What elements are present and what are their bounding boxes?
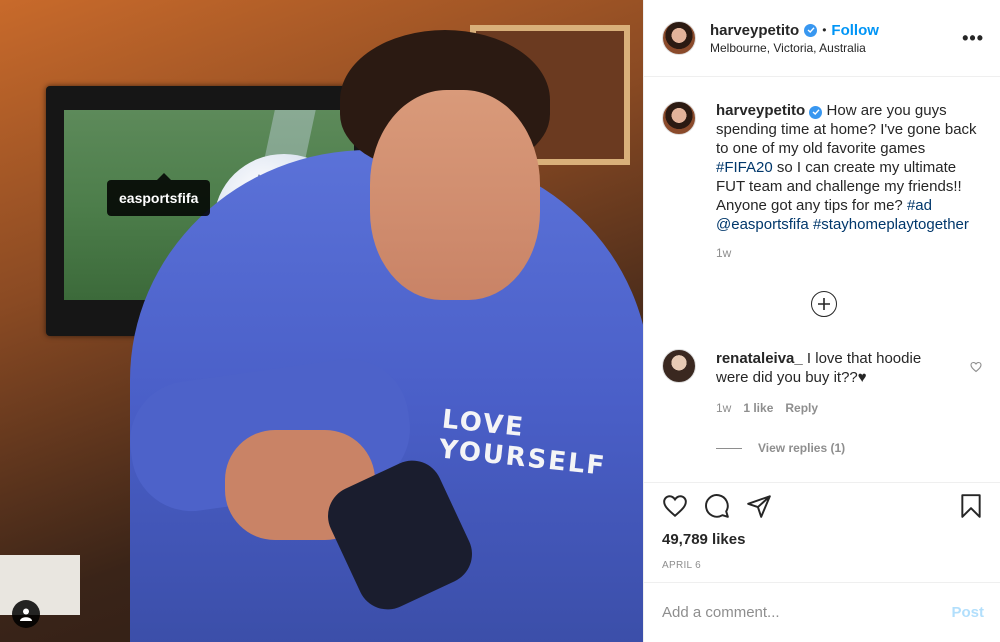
post-sidebar: harveypetito • Follow Melbourne, Victori… xyxy=(643,0,1000,642)
replies-divider xyxy=(716,447,742,449)
avatar[interactable] xyxy=(662,21,696,55)
caption: harveypetito How are you guys spending t… xyxy=(662,101,984,260)
load-more-comments-button[interactable] xyxy=(811,291,837,317)
post-actions: 49,789 likes APRIL 6 xyxy=(644,482,1000,582)
hashtag-stayhomeplaytogether[interactable]: #stayhomeplaytogether xyxy=(813,216,969,233)
view-replies-button[interactable]: View replies (1) xyxy=(716,441,845,455)
verified-icon xyxy=(804,23,818,37)
separator-dot: • xyxy=(822,23,827,37)
post-button[interactable]: Post xyxy=(951,604,984,621)
verified-icon xyxy=(809,105,823,119)
more-options-icon[interactable]: ••• xyxy=(962,28,984,49)
likes-count[interactable]: 49,789 likes xyxy=(662,531,984,548)
user-tag-icon[interactable] xyxy=(12,600,40,628)
post-container: Panasonic LOVE YOURSELF easportsfifa har… xyxy=(0,0,1000,642)
comment-input[interactable] xyxy=(662,604,952,621)
save-bookmark-icon[interactable] xyxy=(958,493,984,519)
caption-time[interactable]: 1w xyxy=(716,246,978,260)
comment-bubble-icon[interactable] xyxy=(704,493,730,519)
post-header: harveypetito • Follow Melbourne, Victori… xyxy=(644,0,1000,77)
person-face xyxy=(370,90,540,300)
hashtag-ad[interactable]: #ad xyxy=(907,197,932,214)
caption-text: harveypetito How are you guys spending t… xyxy=(716,102,977,233)
comment-item: renataleiva_ I love that hoodie were did… xyxy=(662,349,982,415)
photo-tag-easportsfifa[interactable]: easportsfifa xyxy=(107,173,211,216)
like-heart-icon[interactable] xyxy=(662,493,688,519)
plus-icon xyxy=(818,298,830,310)
couch xyxy=(0,555,80,615)
post-photo[interactable]: Panasonic LOVE YOURSELF easportsfifa xyxy=(0,0,643,642)
comment-avatar[interactable] xyxy=(662,349,696,383)
follow-button[interactable]: Follow xyxy=(831,22,879,39)
add-comment-bar: Post xyxy=(644,582,1000,642)
share-paper-plane-icon[interactable] xyxy=(746,493,772,519)
comment-likes[interactable]: 1 like xyxy=(743,401,773,415)
post-date[interactable]: APRIL 6 xyxy=(662,560,984,571)
comments-section: harveypetito How are you guys spending t… xyxy=(644,77,1000,482)
mention-easportsfifa[interactable]: @easportsfifa xyxy=(716,216,809,233)
hashtag-fifa20[interactable]: #FIFA20 xyxy=(716,159,773,176)
reply-button[interactable]: Reply xyxy=(785,401,818,415)
caption-username[interactable]: harveypetito xyxy=(716,102,805,119)
location-link[interactable]: Melbourne, Victoria, Australia xyxy=(710,41,962,55)
comment-like-heart-icon[interactable] xyxy=(970,361,982,373)
header-username[interactable]: harveypetito xyxy=(710,22,799,39)
caption-avatar[interactable] xyxy=(662,101,696,135)
comment-time[interactable]: 1w xyxy=(716,401,731,415)
comment-username[interactable]: renataleiva_ xyxy=(716,350,803,367)
